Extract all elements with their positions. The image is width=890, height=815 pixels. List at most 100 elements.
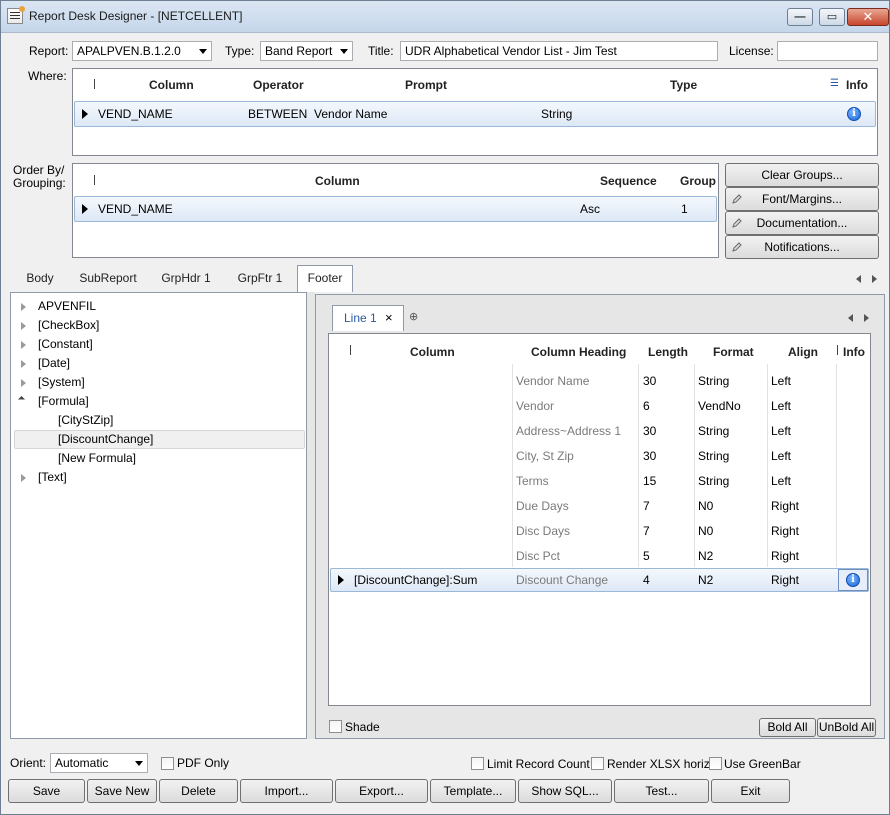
line-row-format[interactable]: N0 [698, 524, 713, 538]
orient-combo[interactable]: Automatic [50, 753, 148, 773]
save-new-button[interactable]: Save New [87, 779, 157, 803]
line-row-heading[interactable]: City, St Zip [516, 449, 574, 463]
tab-grphdr-1[interactable]: GrpHdr 1 [153, 267, 219, 291]
line-row-heading[interactable]: Discount Change [516, 573, 608, 587]
splitter[interactable] [307, 292, 315, 739]
line-row-align[interactable]: Left [771, 374, 791, 388]
line-row-length[interactable]: 30 [643, 424, 656, 438]
line-columns-grid[interactable]: Column Column Heading Length Format Alig… [328, 333, 871, 706]
documentation-button[interactable]: Documentation... [725, 211, 879, 235]
tab-scroll-left-icon[interactable] [856, 275, 861, 283]
order-row[interactable]: VEND_NAME Asc 1 [74, 196, 717, 222]
line-row-selected[interactable]: [DiscountChange]:Sum Discount Change 4 N… [330, 568, 869, 592]
order-row-sequence[interactable]: Asc [580, 202, 600, 216]
line-row-length[interactable]: 7 [643, 524, 650, 538]
maximize-button[interactable]: ▭ [819, 8, 845, 26]
where-row-type[interactable]: String [541, 107, 572, 121]
expand-icon[interactable] [21, 474, 26, 482]
expand-icon[interactable] [21, 322, 26, 330]
test-button[interactable]: Test... [614, 779, 709, 803]
info-cell[interactable]: i [838, 569, 868, 591]
close-tab-icon[interactable]: × [385, 310, 393, 325]
line-row-align[interactable]: Left [771, 399, 791, 413]
order-by-grid[interactable]: Column Sequence Group VEND_NAME Asc 1 [72, 163, 719, 258]
tab-scroll-right-icon[interactable] [872, 275, 877, 283]
add-line-icon[interactable]: ⊕ [409, 310, 418, 323]
where-row-column[interactable]: VEND_NAME [98, 107, 173, 121]
notifications-button[interactable]: Notifications... [725, 235, 879, 259]
line-row-length[interactable]: 5 [643, 549, 650, 563]
expand-icon[interactable] [21, 303, 26, 311]
type-combo[interactable]: Band Report [260, 41, 353, 61]
line-row-heading[interactable]: Address~Address 1 [516, 424, 621, 438]
line-row-length[interactable]: 30 [643, 449, 656, 463]
bold-all-button[interactable]: Bold All [759, 718, 816, 737]
line-row-format[interactable]: N2 [698, 573, 713, 587]
tree-node-system[interactable]: [System] [38, 375, 85, 389]
export-button[interactable]: Export... [335, 779, 428, 803]
line-row-length[interactable]: 7 [643, 499, 650, 513]
report-combo[interactable]: APALPVEN.B.1.2.0 [72, 41, 212, 61]
line-row-format[interactable]: String [698, 424, 729, 438]
tab-body[interactable]: Body [17, 267, 63, 291]
tree-node-citystzip[interactable]: [CityStZip] [58, 413, 113, 427]
tab-line-1[interactable]: Line 1 × [332, 305, 404, 331]
import-button[interactable]: Import... [240, 779, 333, 803]
line-row-format[interactable]: String [698, 374, 729, 388]
line-row-length[interactable]: 4 [643, 573, 650, 587]
title-input[interactable]: UDR Alphabetical Vendor List - Jim Test [400, 41, 718, 61]
minimize-button[interactable]: — [787, 8, 813, 26]
tree-node-date[interactable]: [Date] [38, 356, 70, 370]
save-button[interactable]: Save [8, 779, 85, 803]
line-row-align[interactable]: Left [771, 474, 791, 488]
line-row-heading[interactable]: Due Days [516, 499, 569, 513]
tree-node-text[interactable]: [Text] [38, 470, 67, 484]
line-row-heading[interactable]: Disc Pct [516, 549, 560, 563]
line-row-heading[interactable]: Disc Days [516, 524, 570, 538]
clear-groups-button[interactable]: Clear Groups... [725, 163, 879, 187]
order-row-column[interactable]: VEND_NAME [98, 202, 173, 216]
font-margins-button[interactable]: Font/Margins... [725, 187, 879, 211]
line-row-format[interactable]: VendNo [698, 399, 741, 413]
line-row-align[interactable]: Left [771, 424, 791, 438]
template-button[interactable]: Template... [430, 779, 516, 803]
line-row-length[interactable]: 15 [643, 474, 656, 488]
line-row-length[interactable]: 30 [643, 374, 656, 388]
tab-footer[interactable]: Footer [297, 265, 353, 292]
expand-icon[interactable] [21, 341, 26, 349]
collapse-icon[interactable] [17, 395, 26, 404]
line-scroll-left-icon[interactable] [848, 314, 853, 322]
use-greenbar-checkbox[interactable] [709, 757, 722, 770]
line-row-format[interactable]: N2 [698, 549, 713, 563]
tab-grpftr-1[interactable]: GrpFtr 1 [229, 267, 291, 291]
line-row-align[interactable]: Right [771, 549, 799, 563]
show-sql-button[interactable]: Show SQL... [518, 779, 612, 803]
line-scroll-right-icon[interactable] [864, 314, 869, 322]
tree-node-discountchange[interactable]: [DiscountChange] [58, 432, 153, 446]
close-button[interactable]: ✕ [847, 8, 889, 26]
tree-node-apvenfil[interactable]: APVENFIL [38, 299, 96, 313]
tab-subreport[interactable]: SubReport [73, 267, 143, 291]
pdf-only-checkbox[interactable] [161, 757, 174, 770]
line-row-align[interactable]: Right [771, 524, 799, 538]
line-row-format[interactable]: String [698, 474, 729, 488]
where-row-operator[interactable]: BETWEEN [248, 107, 307, 121]
expand-icon[interactable] [21, 360, 26, 368]
line-row-format[interactable]: N0 [698, 499, 713, 513]
tree-node-new-formula[interactable]: [New Formula] [58, 451, 136, 465]
title-bar[interactable]: Report Desk Designer - [NETCELLENT] — ▭ … [1, 1, 889, 33]
delete-button[interactable]: Delete [159, 779, 238, 803]
exit-button[interactable]: Exit [711, 779, 790, 803]
line-row-column[interactable]: [DiscountChange]:Sum [354, 573, 477, 587]
line-row-align[interactable]: Left [771, 449, 791, 463]
line-row-format[interactable]: String [698, 449, 729, 463]
tree-node-constant[interactable]: [Constant] [38, 337, 93, 351]
line-row-length[interactable]: 6 [643, 399, 650, 413]
expand-icon[interactable] [21, 379, 26, 387]
line-row-align[interactable]: Right [771, 499, 799, 513]
where-grid[interactable]: Column Operator Prompt Type ☰ Info VEND_… [72, 68, 878, 156]
unbold-all-button[interactable]: UnBold All [817, 718, 876, 737]
line-row-heading[interactable]: Terms [516, 474, 549, 488]
tree-node-formula[interactable]: [Formula] [38, 394, 89, 408]
tree-node-checkbox[interactable]: [CheckBox] [38, 318, 99, 332]
